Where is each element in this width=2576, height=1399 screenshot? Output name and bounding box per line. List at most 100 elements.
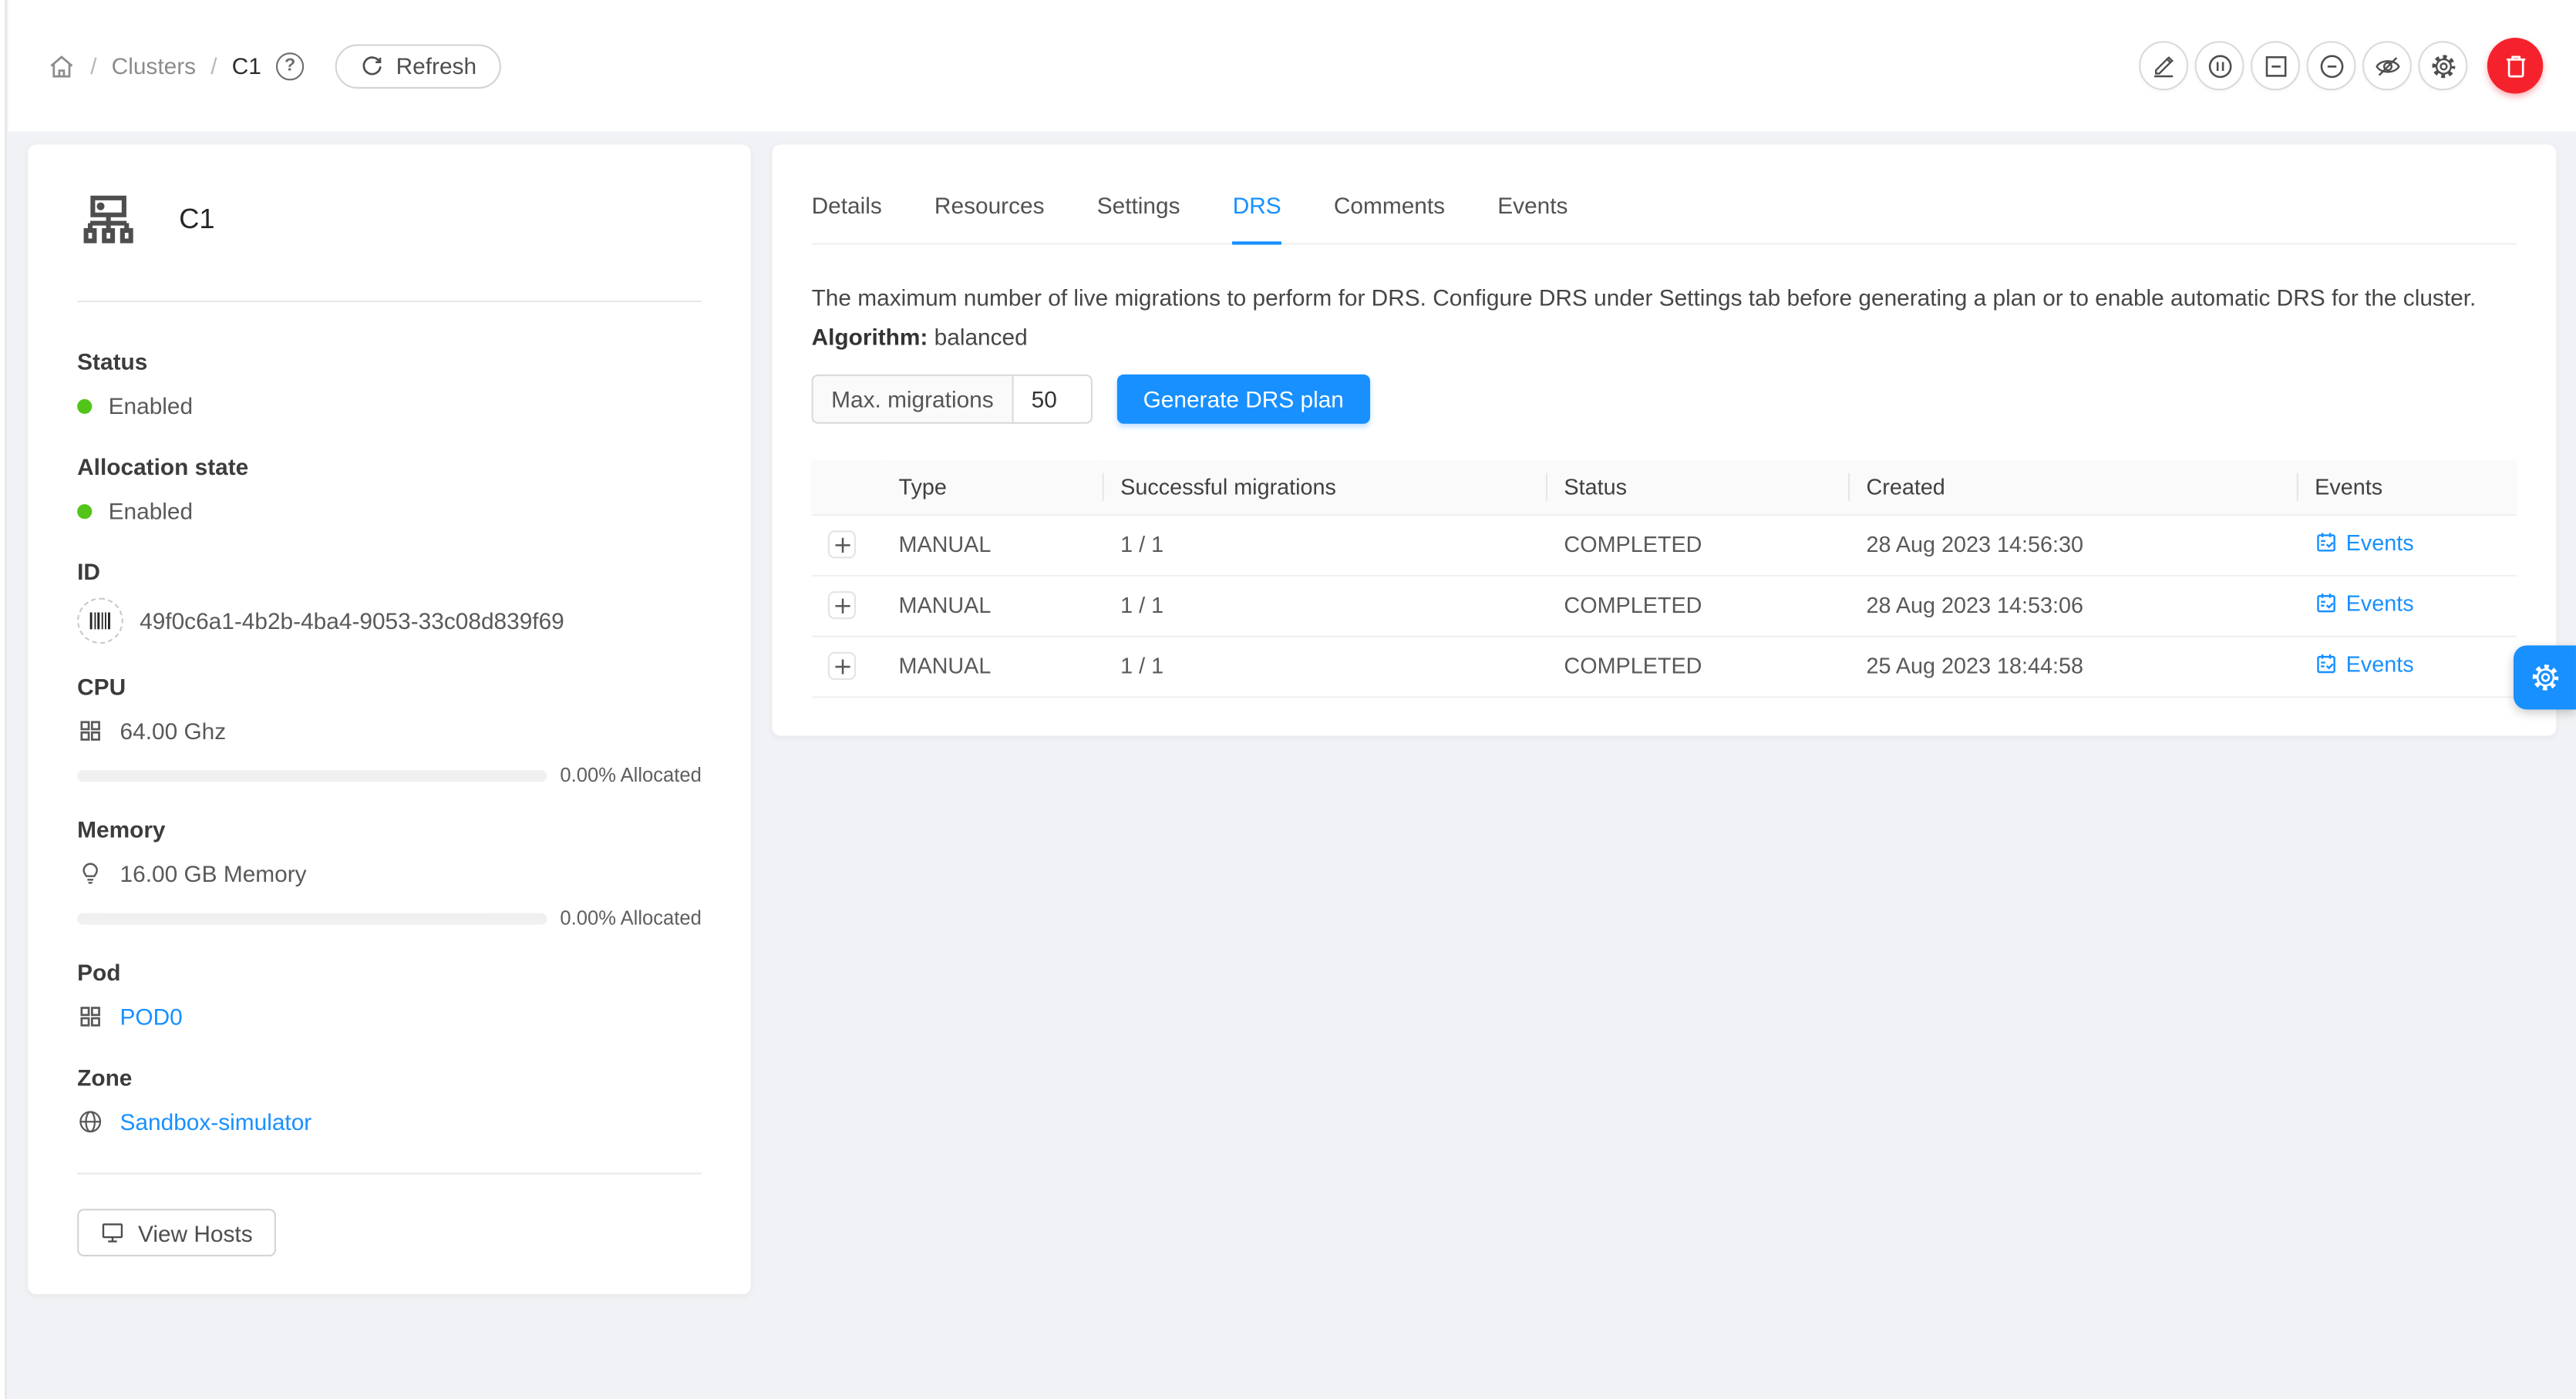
zone-field: Zone Sandbox-simulator bbox=[77, 1064, 702, 1140]
topbar: / Clusters / C1 ? Refresh bbox=[8, 0, 2576, 131]
memory-progress: 0.00% Allocated bbox=[77, 906, 702, 930]
breadcrumb-separator: / bbox=[210, 52, 217, 79]
table-header-row: Type Successful migrations Status Create… bbox=[812, 460, 2517, 514]
zone-label: Zone bbox=[77, 1064, 702, 1091]
col-type: Type bbox=[882, 460, 1104, 514]
pod-field: Pod POD0 bbox=[77, 959, 702, 1034]
table-row: MANUAL 1 / 1 COMPLETED 25 Aug 2023 18:44… bbox=[812, 636, 2517, 697]
expand-row-button[interactable] bbox=[828, 652, 856, 680]
col-created: Created bbox=[1850, 460, 2298, 514]
plus-icon bbox=[833, 536, 850, 553]
table-row: MANUAL 1 / 1 COMPLETED 28 Aug 2023 14:53… bbox=[812, 575, 2517, 636]
appstore-icon bbox=[77, 1004, 103, 1030]
tab-settings[interactable]: Settings bbox=[1097, 171, 1180, 244]
pause-circle-icon bbox=[2205, 52, 2233, 79]
collapsed-sidebar-rail bbox=[0, 0, 7, 1399]
minus-circle-icon bbox=[2317, 52, 2345, 79]
cell-type: MANUAL bbox=[882, 514, 1104, 575]
col-events: Events bbox=[2298, 460, 2517, 514]
zone-link[interactable]: Sandbox-simulator bbox=[120, 1108, 312, 1135]
hide-button[interactable] bbox=[2362, 41, 2412, 90]
breadcrumb-separator: / bbox=[90, 52, 96, 79]
barcode-icon bbox=[77, 598, 123, 644]
cluster-details: Status Enabled Allocation state Enabled … bbox=[77, 348, 702, 1140]
reload-icon bbox=[360, 53, 385, 78]
allocation-label: Allocation state bbox=[77, 453, 702, 479]
id-field: ID 49f0c6a1-4b2b-4ba4-9053-33c08d839f69 bbox=[77, 558, 702, 644]
divider bbox=[77, 1172, 702, 1174]
drs-form: Max. migrations Generate DRS plan bbox=[812, 375, 2517, 424]
max-migrations-group: Max. migrations bbox=[812, 375, 1093, 424]
cluster-detail-card: Details Resources Settings DRS Comments … bbox=[772, 145, 2556, 736]
status-value: Enabled bbox=[109, 392, 193, 419]
settings-button[interactable] bbox=[2418, 41, 2467, 90]
view-hosts-button[interactable]: View Hosts bbox=[77, 1209, 275, 1256]
divider bbox=[77, 301, 702, 302]
algorithm-label: Algorithm: bbox=[812, 324, 928, 350]
memory-progress-label: 0.00% Allocated bbox=[560, 906, 701, 930]
tab-comments[interactable]: Comments bbox=[1334, 171, 1445, 244]
plus-icon bbox=[833, 657, 850, 674]
view-hosts-label: View Hosts bbox=[138, 1219, 253, 1246]
cell-created: 28 Aug 2023 14:53:06 bbox=[1850, 575, 2298, 636]
cell-type: MANUAL bbox=[882, 636, 1104, 697]
edit-button[interactable] bbox=[2139, 41, 2188, 90]
pause-button[interactable] bbox=[2195, 41, 2244, 90]
pod-link[interactable]: POD0 bbox=[120, 1004, 183, 1030]
home-icon[interactable] bbox=[48, 52, 76, 79]
cluster-header: C1 bbox=[77, 187, 702, 253]
cell-status: COMPLETED bbox=[1547, 514, 1850, 575]
refresh-button[interactable]: Refresh bbox=[335, 43, 501, 88]
app-viewport: / Clusters / C1 ? Refresh bbox=[0, 0, 2576, 1399]
delete-button[interactable] bbox=[2487, 38, 2543, 93]
tab-drs[interactable]: DRS bbox=[1233, 171, 1281, 245]
events-link[interactable]: Events bbox=[2315, 530, 2413, 555]
tab-details[interactable]: Details bbox=[812, 171, 882, 244]
floating-settings-button[interactable] bbox=[2514, 645, 2576, 709]
allocation-dot bbox=[77, 503, 92, 518]
cell-created: 25 Aug 2023 18:44:58 bbox=[1850, 636, 2298, 697]
cluster-icon bbox=[77, 189, 140, 251]
breadcrumb-current: C1 bbox=[232, 52, 261, 79]
memory-value: 16.00 GB Memory bbox=[120, 860, 307, 886]
drs-plans-table: Type Successful migrations Status Create… bbox=[812, 460, 2517, 698]
appstore-icon bbox=[77, 718, 103, 744]
desktop-icon bbox=[100, 1220, 125, 1245]
cpu-progress: 0.00% Allocated bbox=[77, 764, 702, 787]
events-link-label: Events bbox=[2346, 591, 2414, 616]
cpu-progress-label: 0.00% Allocated bbox=[560, 764, 701, 787]
eye-invisible-icon bbox=[2373, 52, 2401, 79]
cell-status: COMPLETED bbox=[1547, 636, 1850, 697]
gear-icon bbox=[2529, 662, 2560, 693]
events-link-label: Events bbox=[2346, 651, 2414, 676]
tab-resources[interactable]: Resources bbox=[934, 171, 1045, 244]
cell-created: 28 Aug 2023 14:56:30 bbox=[1850, 514, 2298, 575]
events-link-label: Events bbox=[2346, 530, 2414, 555]
drs-description: The maximum number of live migrations to… bbox=[812, 281, 2517, 314]
generate-drs-plan-button[interactable]: Generate DRS plan bbox=[1116, 375, 1370, 424]
id-label: ID bbox=[77, 558, 702, 584]
col-expand bbox=[812, 460, 883, 514]
unmanage-button[interactable] bbox=[2251, 41, 2300, 90]
memory-progress-bar bbox=[77, 913, 547, 924]
gear-icon bbox=[2429, 52, 2456, 79]
calendar-check-icon bbox=[2315, 652, 2338, 675]
cell-status: COMPLETED bbox=[1547, 575, 1850, 636]
expand-row-button[interactable] bbox=[828, 591, 856, 619]
events-link[interactable]: Events bbox=[2315, 651, 2413, 676]
max-migrations-addon: Max. migrations bbox=[813, 376, 1014, 422]
events-link[interactable]: Events bbox=[2315, 591, 2413, 616]
memory-label: Memory bbox=[77, 816, 702, 842]
col-successful-migrations: Successful migrations bbox=[1104, 460, 1547, 514]
algorithm-line: Algorithm: balanced bbox=[812, 320, 2517, 353]
expand-row-button[interactable] bbox=[828, 530, 856, 558]
tab-events[interactable]: Events bbox=[1497, 171, 1567, 244]
tab-bar: Details Resources Settings DRS Comments … bbox=[812, 171, 2517, 245]
disable-button[interactable] bbox=[2307, 41, 2356, 90]
table-row: MANUAL 1 / 1 COMPLETED 28 Aug 2023 14:56… bbox=[812, 514, 2517, 575]
pod-label: Pod bbox=[77, 959, 702, 985]
breadcrumb-clusters-link[interactable]: Clusters bbox=[112, 52, 196, 79]
trash-icon bbox=[2501, 52, 2529, 79]
max-migrations-input[interactable] bbox=[1013, 376, 1090, 422]
help-icon[interactable]: ? bbox=[276, 52, 304, 79]
